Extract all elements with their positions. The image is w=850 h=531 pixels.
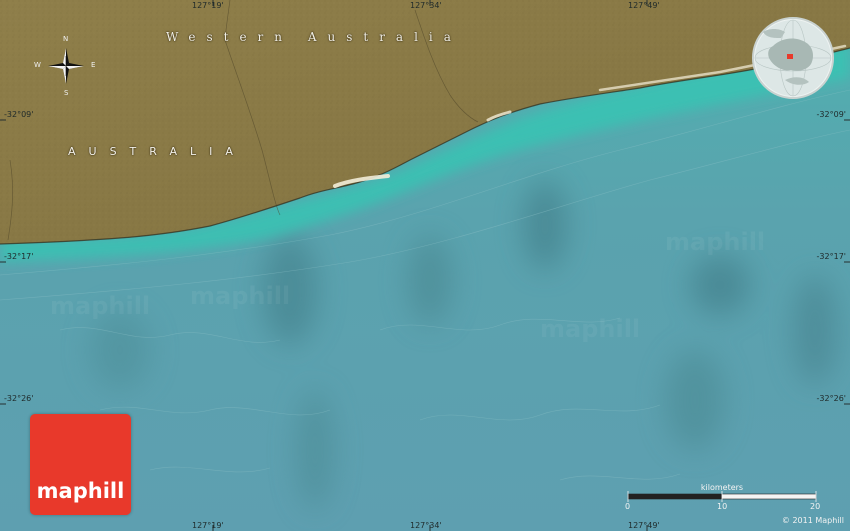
watermark: maphill [665,228,766,256]
longitude-label-bottom: 127°19' [192,521,224,530]
scale-mid-label: 10 [717,502,728,511]
watermark: maphill [540,315,641,343]
latitude-label-left: -32°09' [4,110,34,119]
copyright-notice: © 2011 Maphill [781,516,844,525]
scale-bar: kilometers 0 10 20 [624,481,820,513]
watermark: maphill [50,292,151,320]
compass-south-label: S [64,89,69,97]
watermark: maphill [190,282,291,310]
globe-inset-icon [752,17,834,99]
latitude-label-left: -32°26' [4,394,34,403]
longitude-label-bottom: 127°34' [410,521,442,530]
latitude-label-left: -32°17' [4,252,34,261]
latitude-label-right: -32°17' [816,252,846,261]
compass-west-label: W [34,61,41,69]
compass-east-label: E [91,61,96,69]
longitude-label-top: 127°19' [192,1,224,10]
latitude-label-right: -32°09' [816,110,846,119]
scale-end-label: 20 [810,502,821,511]
country-label: AUSTRALIA [68,145,246,158]
longitude-label-top: 127°34' [410,1,442,10]
longitude-label-bottom: 127°49' [628,521,660,530]
scale-start-label: 0 [625,502,631,511]
latitude-label-right: -32°26' [816,394,846,403]
scale-title: kilometers [700,483,744,492]
maphill-logo[interactable]: maphill [30,414,131,515]
logo-text: maphill [36,479,125,503]
longitude-label-top: 127°49' [628,1,660,10]
region-label: Western Australia [166,30,462,44]
compass-north-label: N [63,35,69,43]
map-view[interactable]: maphill maphill maphill maphill 127°19' … [0,0,850,531]
